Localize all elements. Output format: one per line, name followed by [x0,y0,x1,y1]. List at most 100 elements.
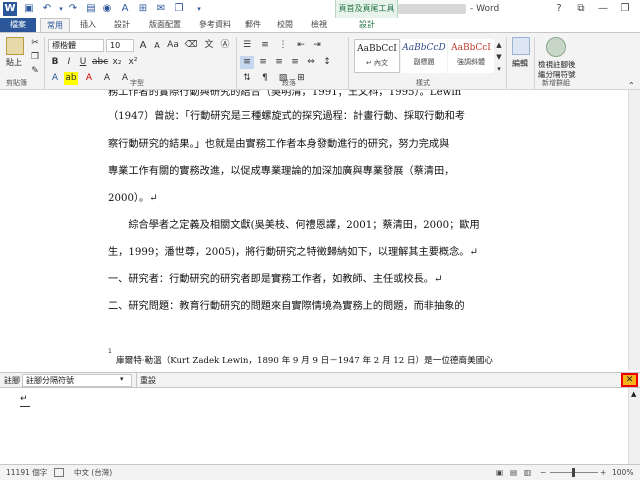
group-divider [44,37,45,89]
paste-button[interactable]: 貼上 [6,57,22,68]
tab-insert[interactable]: 插入 [74,18,102,32]
text-effects-icon[interactable]: A [48,72,62,85]
scroll-up-icon[interactable]: ▲ [631,390,636,398]
style-normal[interactable]: AaBbCcI ↵ 內文 [354,39,400,73]
help-icon[interactable]: ? [548,0,570,18]
subscript-icon[interactable]: x₂ [110,56,124,69]
redo-icon[interactable]: ↷ [66,2,80,16]
tab-layout[interactable]: 版面配置 [142,18,188,32]
zoom-level[interactable]: 100% [612,465,633,480]
editing-button[interactable]: 編輯 [512,58,528,69]
save-icon[interactable]: ▣ [22,2,36,16]
document-line: （1947）曾說：「行動研究是三種螺旋式的探究過程：計畫行動、採取行動和考 [108,111,466,122]
document-line: 務工作者的實際行動與研究的結合（吳明清，1991；王文科，1995）。Lewin [108,90,462,98]
font-size-combo[interactable]: 10 [106,39,134,52]
custom-command-icon[interactable] [546,37,566,57]
character-shading-icon[interactable]: A [100,72,114,85]
document-line: 專業工作有關的實務改進，以促成專業理論的加深加廣與專業發展（蔡清田， [108,166,455,177]
increase-indent-icon[interactable]: ⇥ [310,39,324,52]
word-count[interactable]: 11191 個字 [6,465,47,480]
read-mode-icon[interactable]: ▣ [496,465,503,480]
borders-icon[interactable]: ⊞ [294,72,308,85]
strikethrough-icon[interactable]: abc [92,56,108,69]
quick-access-icon[interactable]: ◉ [100,2,114,16]
document-scrollbar[interactable] [628,90,640,370]
language-indicator[interactable]: 中文 (台灣) [74,465,112,480]
superscript-icon[interactable]: x² [126,56,140,69]
style-subtitle[interactable]: AaBbCcD 副標題 [401,39,447,73]
tab-references[interactable]: 參考資料 [192,18,238,32]
tab-home[interactable]: 常用 [40,18,70,32]
word-logo-icon: W [3,2,17,16]
tab-view[interactable]: 檢視 [304,18,334,32]
ribbon-display-icon[interactable]: ⧉ [570,0,592,18]
document-line: 一、研究者：行動研究的研究者即是實務工作者，如教師、主任或校長。↵ [108,274,443,285]
bold-icon[interactable]: B [48,56,62,69]
copy-icon[interactable]: ❐ [28,51,42,64]
tab-review[interactable]: 校閱 [270,18,300,32]
decrease-indent-icon[interactable]: ⇤ [294,39,308,52]
paste-icon[interactable] [6,37,24,55]
close-window-button[interactable] [636,0,640,18]
find-binoculars-icon[interactable] [512,37,530,55]
print-layout-icon[interactable]: ▤ [510,465,517,480]
new-group-label: 新增群組 [542,79,570,87]
multilevel-list-icon[interactable]: ⋮ [276,39,290,52]
status-bar: 11191 個字 中文 (台灣) ▣ ▤ ▥ − + 100% [0,464,640,480]
copy-icon[interactable]: ❐ [172,2,186,16]
style-emphasis[interactable]: AaBbCcI 強調斜體 [448,39,494,73]
minimize-button[interactable]: — [592,0,614,18]
chevron-down-icon[interactable]: ▾ [120,375,124,383]
format-painter-icon[interactable]: ✎ [28,65,42,78]
enclose-characters-icon[interactable]: Ⓐ [218,39,232,52]
italic-icon[interactable]: I [62,56,76,69]
tab-mailings[interactable]: 郵件 [240,18,266,32]
change-case-icon[interactable]: Aa [166,39,180,52]
underline-icon[interactable]: U [76,56,90,69]
clear-formatting-icon[interactable]: ⌫ [184,39,198,52]
customize-qat-icon[interactable]: ▾ [192,2,206,16]
style-name: ↵ 內文 [365,59,389,67]
print-preview-icon[interactable]: ▤ [84,2,98,16]
align-right-icon[interactable]: ≡ [272,56,286,69]
reset-button[interactable]: 重設 [140,375,156,386]
justify-icon[interactable]: ≡ [288,56,302,69]
footnote-view-select[interactable]: 註腳分隔符號 [22,374,132,387]
zoom-slider-thumb[interactable] [572,468,575,477]
zoom-out-button[interactable]: − [540,465,546,480]
tab-design[interactable]: 設計 [106,18,138,32]
footnote-scrollbar[interactable]: ▲ [628,388,640,464]
sort-icon[interactable]: ⇅ [240,72,254,85]
close-footnote-pane-button[interactable]: ✕ [621,373,638,387]
show-marks-icon[interactable]: ¶ [258,72,272,85]
grow-font-icon[interactable]: A [136,39,150,52]
grid-icon[interactable]: ⊞ [136,2,150,16]
mail-icon[interactable]: ✉ [154,2,168,16]
font-name-combo[interactable]: 標楷體 [48,39,104,52]
font-color-icon[interactable]: A [82,72,96,85]
tab-file[interactable]: 檔案 [0,18,36,32]
shrink-font-icon[interactable]: A [150,39,164,52]
tab-header-footer-design[interactable]: 設計 [345,18,389,32]
line-spacing-icon[interactable]: ↕ [320,56,334,69]
distributed-icon[interactable]: ⇔ [304,56,318,69]
numbering-icon[interactable]: ≡ [258,39,272,52]
proofing-icon[interactable] [54,468,64,477]
align-left-icon[interactable]: ≡ [240,56,254,69]
cut-icon[interactable]: ✂ [28,37,42,50]
restore-button[interactable]: ❐ [614,0,636,18]
document-line: 二、研究問題：教育行動研究的問題來自實際情境為實務上的問題，而非抽象的 [108,301,465,312]
collapse-ribbon-icon[interactable]: ⌃ [628,81,635,90]
toolbar-divider [136,373,137,387]
zoom-in-button[interactable]: + [600,465,606,480]
document-area[interactable]: 務工作者的實際行動與研究的結合（吳明清，1991；王文科，1995）。Lewin… [0,90,628,370]
footnote-pane[interactable]: ↵ [0,388,628,464]
styles-more-icon[interactable]: ▾ [492,63,506,76]
web-layout-icon[interactable]: ▥ [524,465,531,480]
align-center-icon[interactable]: ≡ [256,56,270,69]
phonetic-guide-icon[interactable]: 文 [202,39,216,52]
highlight-color-icon[interactable]: ab [64,72,78,85]
text-highlight-icon[interactable]: A [118,2,132,16]
undo-icon[interactable]: ↶ [40,2,54,16]
bullets-icon[interactable]: ☰ [240,39,254,52]
